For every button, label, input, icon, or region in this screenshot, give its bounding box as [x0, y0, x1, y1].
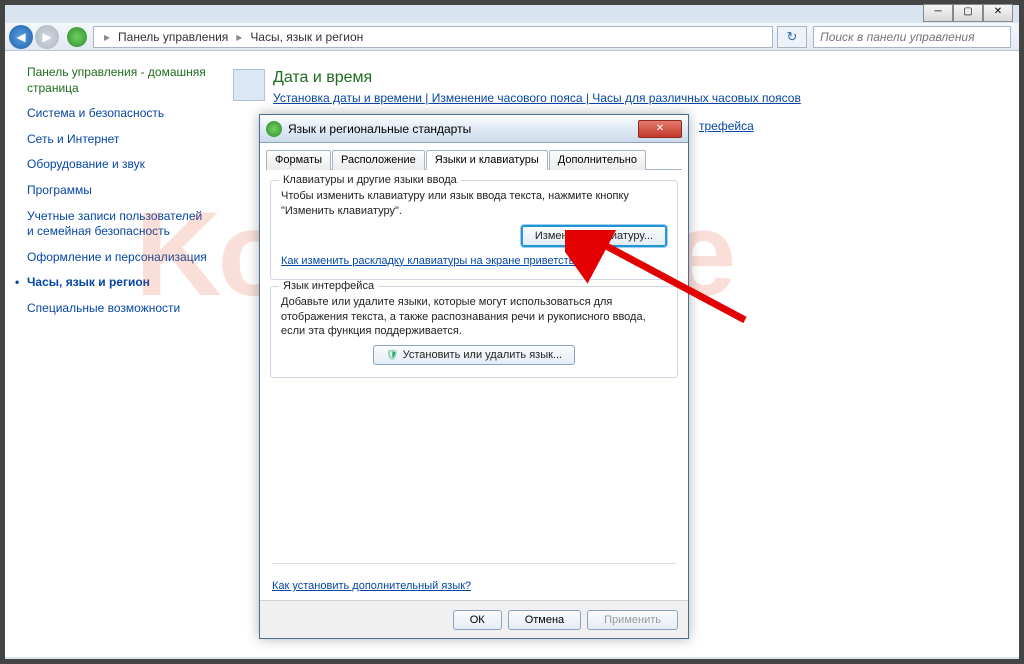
group-title-display-language: Язык интерфейса	[279, 280, 378, 292]
globe-icon	[266, 121, 282, 137]
group-text-display-language: Добавьте или удалите языки, которые могу…	[281, 295, 667, 340]
tab-additional[interactable]: Дополнительно	[549, 150, 646, 170]
sidebar-item-clock-language-region[interactable]: Часы, язык и регион	[27, 275, 209, 291]
sidebar-item-accounts[interactable]: Учетные записи пользователей и семейная …	[27, 209, 209, 240]
navigation-bar: ◀ ▶ ▸ Панель управления ▸ Часы, язык и р…	[5, 23, 1019, 51]
breadcrumb-current[interactable]: Часы, язык и регион	[250, 30, 363, 44]
sidebar: Панель управления - домашняя страница Си…	[5, 51, 215, 657]
breadcrumb-sep-icon: ▸	[104, 30, 110, 44]
window-close-button[interactable]: ✕	[983, 4, 1013, 22]
back-button[interactable]: ◀	[9, 25, 33, 49]
help-link-install-language[interactable]: Как установить дополнительный язык?	[272, 580, 471, 592]
cancel-button[interactable]: Отмена	[508, 610, 581, 630]
group-keyboards: Клавиатуры и другие языки ввода Чтобы из…	[270, 180, 678, 280]
sidebar-home-link[interactable]: Панель управления - домашняя страница	[27, 65, 209, 96]
group-text-keyboards: Чтобы изменить клавиатуру или язык ввода…	[281, 189, 667, 219]
section-links-date-time[interactable]: Установка даты и времени | Изменение час…	[273, 91, 811, 105]
sidebar-item-network[interactable]: Сеть и Интернет	[27, 132, 209, 148]
dialog-titlebar[interactable]: Язык и региональные стандарты ✕	[260, 115, 688, 143]
tab-formats[interactable]: Форматы	[266, 150, 331, 170]
breadcrumb[interactable]: ▸ Панель управления ▸ Часы, язык и регио…	[93, 26, 773, 48]
region-language-dialog: Язык и региональные стандарты ✕ Форматы …	[259, 114, 689, 639]
sidebar-item-system-security[interactable]: Система и безопасность	[27, 106, 209, 122]
install-uninstall-language-button[interactable]: Установить или удалить язык...	[373, 345, 575, 365]
sidebar-item-appearance[interactable]: Оформление и персонализация	[27, 250, 209, 266]
control-panel-icon	[67, 27, 87, 47]
sidebar-item-programs[interactable]: Программы	[27, 183, 209, 199]
apply-button[interactable]: Применить	[587, 610, 678, 630]
breadcrumb-sep-icon: ▸	[236, 30, 242, 44]
dialog-footer: ОК Отмена Применить	[260, 600, 688, 638]
help-link-keyboard-welcome[interactable]: Как изменить раскладку клавиатуры на экр…	[281, 255, 587, 267]
tab-keyboards-languages[interactable]: Языки и клавиатуры	[426, 150, 548, 170]
change-keyboard-button[interactable]: Изменить клавиатуру...	[521, 225, 667, 247]
window-maximize-button[interactable]: ▢	[953, 4, 983, 22]
section-title-date-time: Дата и время	[273, 69, 811, 87]
group-title-keyboards: Клавиатуры и другие языки ввода	[279, 174, 461, 186]
refresh-button[interactable]: ↻	[777, 26, 807, 48]
dialog-close-button[interactable]: ✕	[638, 120, 682, 138]
search-input[interactable]	[813, 26, 1011, 48]
dialog-title: Язык и региональные стандарты	[288, 122, 471, 136]
partial-link-interface[interactable]: трефейса	[699, 119, 754, 133]
window-minimize-button[interactable]: ─	[923, 4, 953, 22]
group-display-language: Язык интерфейса Добавьте или удалите язы…	[270, 286, 678, 379]
date-time-icon	[233, 69, 265, 101]
tab-location[interactable]: Расположение	[332, 150, 425, 170]
ok-button[interactable]: ОК	[453, 610, 502, 630]
sidebar-item-hardware-sound[interactable]: Оборудование и звук	[27, 157, 209, 173]
forward-button[interactable]: ▶	[35, 25, 59, 49]
breadcrumb-root[interactable]: Панель управления	[118, 30, 228, 44]
sidebar-item-accessibility[interactable]: Специальные возможности	[27, 301, 209, 317]
